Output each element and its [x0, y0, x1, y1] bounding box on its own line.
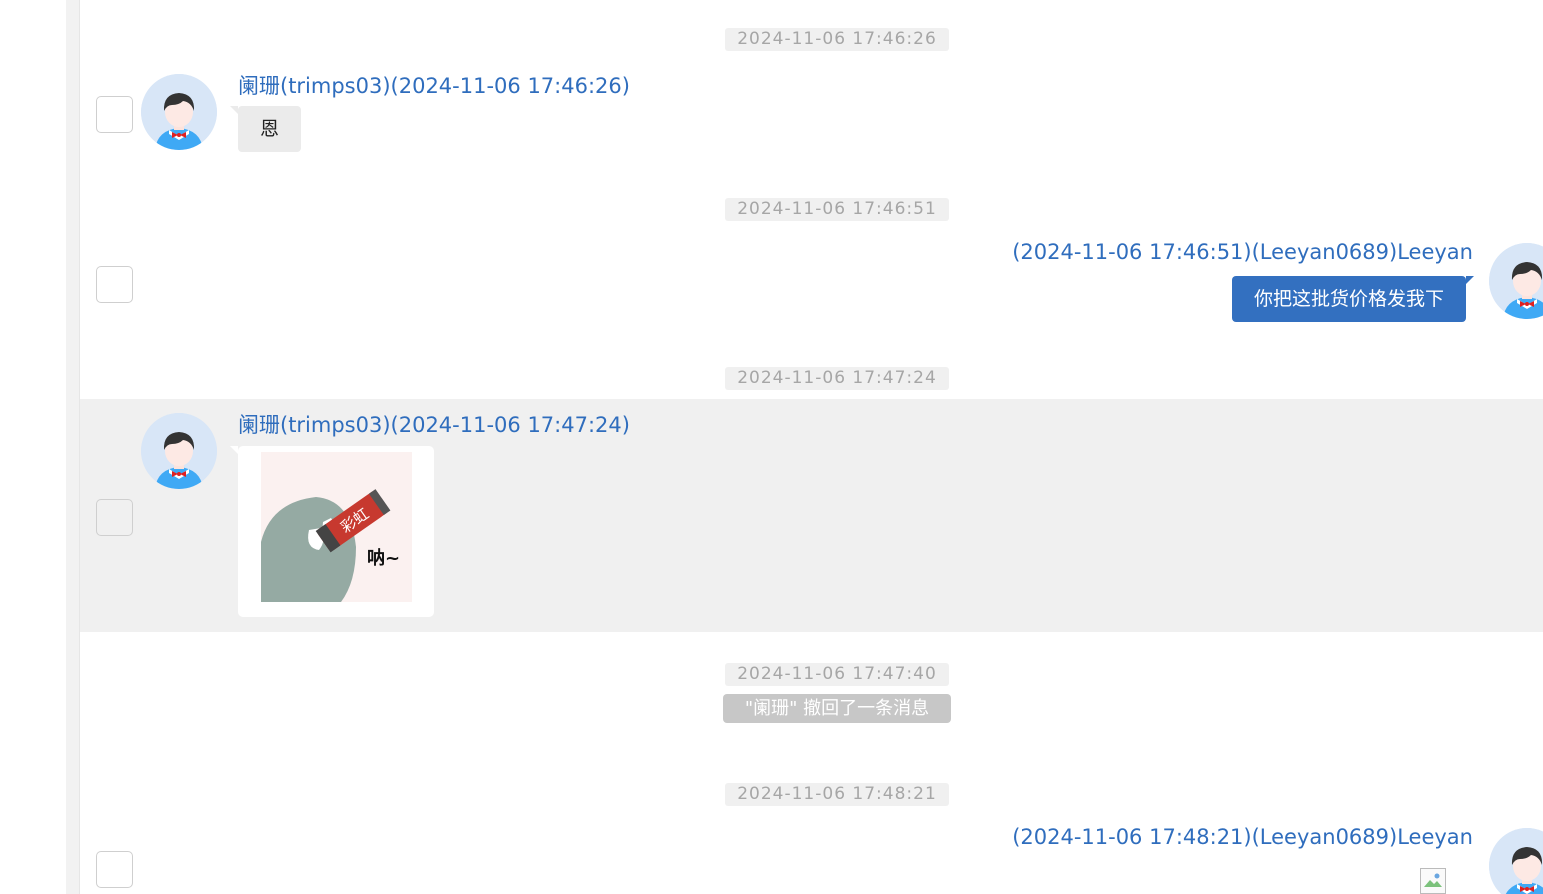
recall-notice: "阑珊" 撤回了一条消息	[723, 694, 951, 723]
sender-name[interactable]: 阑珊(trimps03)(2024-11-06 17:47:24)	[238, 409, 630, 439]
message-timestamp: 2024-11-06 17:47:24	[725, 367, 949, 390]
message-timestamp: 2024-11-06 17:47:40	[725, 663, 949, 686]
user-avatar-icon[interactable]	[141, 74, 217, 150]
message-bubble[interactable]: 恩	[229, 106, 302, 152]
panel-divider[interactable]	[66, 0, 80, 894]
user-avatar-icon[interactable]	[141, 413, 217, 489]
sender-name[interactable]: (2024-11-06 17:46:51)(Leeyan0689)Leeyan	[1012, 240, 1473, 264]
broken-image-icon[interactable]	[1420, 868, 1446, 894]
user-avatar-icon[interactable]	[1489, 243, 1543, 319]
user-avatar-icon[interactable]	[1489, 828, 1543, 894]
message-timestamp: 2024-11-06 17:46:26	[725, 28, 949, 51]
sticker-image[interactable]: 彩虹 呐~	[261, 452, 412, 602]
message-timestamp: 2024-11-06 17:48:21	[725, 783, 949, 806]
message-bubble[interactable]: 你把这批货价格发我下	[1231, 276, 1475, 322]
message-timestamp: 2024-11-06 17:46:51	[725, 198, 949, 221]
sticker-caption: 呐~	[367, 547, 400, 569]
message-select-checkbox[interactable]	[96, 96, 133, 133]
left-panel	[0, 0, 66, 894]
chat-history[interactable]: 2024-11-06 17:46:26 阑珊(trimps03)(2024-11…	[80, 0, 1543, 894]
message-select-checkbox[interactable]	[96, 266, 133, 303]
message-select-checkbox[interactable]	[96, 851, 133, 888]
message-select-checkbox[interactable]	[96, 499, 133, 536]
sender-name[interactable]: 阑珊(trimps03)(2024-11-06 17:46:26)	[238, 70, 630, 100]
sticker-message[interactable]: 彩虹 呐~	[230, 446, 434, 617]
sender-name[interactable]: (2024-11-06 17:48:21)(Leeyan0689)Leeyan	[1012, 825, 1473, 849]
